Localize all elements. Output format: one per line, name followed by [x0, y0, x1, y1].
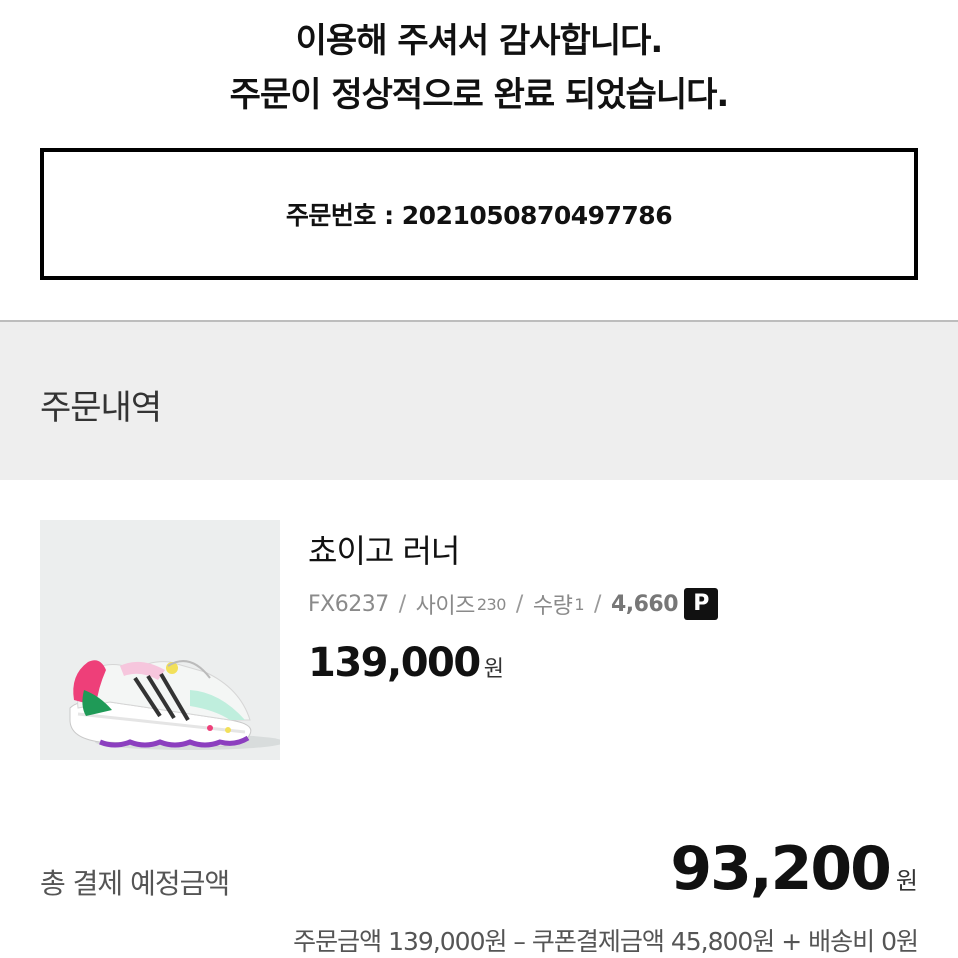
total-label: 총 결제 예정금액: [40, 867, 230, 900]
order-details-header: 주문내역: [0, 322, 958, 480]
product-thumbnail[interactable]: [40, 520, 280, 760]
thank-you-line-1: 이용해 주셔서 감사합니다.: [295, 21, 664, 61]
order-number: 주문번호 : 2021050870497786: [285, 201, 673, 230]
product-price-amount: 139,000: [308, 640, 481, 686]
points-value: 4,660: [610, 591, 679, 617]
total-amount: 93,200 원: [670, 834, 918, 904]
order-details-title: 주문내역: [40, 388, 162, 428]
sneaker-image: [69, 660, 280, 750]
product-code: FX6237: [308, 591, 389, 617]
thank-you-message: 이용해 주셔서 감사합니다. 주문이 정상적으로 완료 되었습니다.: [0, 14, 958, 122]
meta-separator: /: [594, 591, 601, 617]
product-price: 139,000 원: [308, 640, 504, 686]
thank-you-line-2: 주문이 정상적으로 완료 되었습니다.: [229, 75, 730, 115]
product-name[interactable]: 쵸이고 러너: [308, 526, 460, 572]
qty-label: 수량: [532, 594, 573, 619]
meta-separator: /: [515, 591, 523, 617]
payment-breakdown: 주문금액 139,000원 – 쿠폰결제금액 45,800원 + 배송비 0원: [293, 927, 919, 956]
points-badge-icon: P: [684, 588, 719, 620]
meta-separator: /: [398, 591, 406, 617]
size-label: 사이즈: [415, 594, 476, 619]
total-amount-value: 93,200: [670, 834, 892, 904]
qty-value: 1: [574, 594, 585, 614]
size-value: 230: [476, 594, 507, 614]
product-price-currency: 원: [483, 657, 504, 682]
product-meta: FX6237 / 사이즈 230 / 수량 1 / 4,660 P: [308, 588, 719, 620]
total-currency: 원: [895, 867, 918, 895]
order-number-box: 주문번호 : 2021050870497786: [40, 148, 918, 280]
